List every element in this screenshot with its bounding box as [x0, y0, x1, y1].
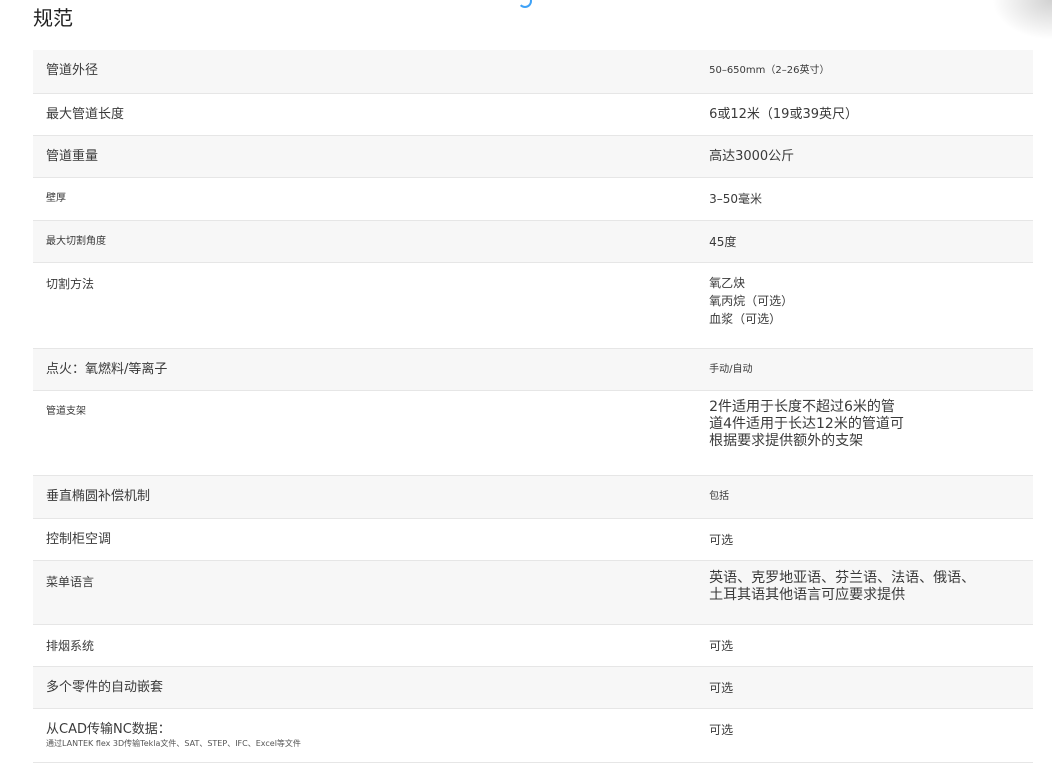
spec-label: 菜单语言: [46, 574, 95, 589]
spec-label: 最大管道长度: [46, 106, 125, 122]
spec-label: 点火：氧燃料/等离子: [46, 361, 168, 377]
spec-value: 可选: [709, 638, 734, 653]
spec-value: 手动/自动: [709, 363, 753, 375]
spec-value: 6或12米（19或39英尺）: [709, 106, 858, 122]
spec-value: 可选: [709, 680, 734, 695]
corner-shadow: [992, 0, 1052, 40]
spec-row-cutting-method: 切割方法 氧乙炔 氧丙烷（可选） 血浆（可选）: [33, 262, 1033, 349]
spec-row-outer-diameter: 管道外径 50–650mm（2–26英寸）: [33, 50, 1033, 94]
spec-row-weight: 管道重量 高达3000公斤: [33, 135, 1033, 178]
spec-label: 管道重量: [46, 148, 99, 164]
spec-value: 英语、克罗地亚语、芬兰语、法语、俄语、 土耳其语其他语言可应要求提供: [709, 569, 976, 603]
spec-value: 2件适用于长度不超过6米的管 道4件适用于长达12米的管道可 根据要求提供额外的…: [709, 398, 904, 449]
spec-label: 排烟系统: [46, 638, 95, 653]
spec-row-max-length: 最大管道长度 6或12米（19或39英尺）: [33, 93, 1033, 136]
page-title: 规范: [33, 6, 73, 30]
spec-row-max-angle: 最大切割角度 45度: [33, 220, 1033, 263]
spec-label: 控制柜空调: [46, 531, 112, 547]
spec-value: 可选: [709, 722, 734, 737]
spec-label: 从CAD传输NC数据：: [46, 721, 171, 737]
spec-label: 管道外径: [46, 63, 99, 78]
spec-row-ignition: 点火：氧燃料/等离子 手动/自动: [33, 348, 1033, 391]
spec-label: 切割方法: [46, 276, 95, 291]
loading-spinner-icon: [518, 0, 532, 8]
spec-label: 管道支架: [46, 405, 86, 417]
spec-table: 管道外径 50–650mm（2–26英寸） 最大管道长度 6或12米（19或39…: [33, 50, 1033, 763]
spec-value: 3–50毫米: [709, 191, 762, 206]
spec-sublabel: 通过LANTEK flex 3D传输Tekla文件、SAT、STEP、IFC、E…: [46, 738, 301, 748]
spec-row-cabinet-ac: 控制柜空调 可选: [33, 518, 1033, 561]
spec-label: 壁厚: [46, 192, 66, 204]
spec-label: 多个零件的自动嵌套: [46, 679, 164, 695]
spec-row-fume-extraction: 排烟系统 可选: [33, 624, 1033, 667]
spec-row-wall-thickness: 壁厚 3–50毫米: [33, 177, 1033, 221]
spec-row-auto-nesting: 多个零件的自动嵌套 可选: [33, 666, 1033, 709]
spec-value: 氧乙炔 氧丙烷（可选） 血浆（可选）: [709, 275, 794, 326]
spec-label: 垂直椭圆补偿机制: [46, 488, 151, 504]
spec-row-pipe-supports: 管道支架 2件适用于长度不超过6米的管 道4件适用于长达12米的管道可 根据要求…: [33, 390, 1033, 476]
spec-row-ellipse-compensation: 垂直椭圆补偿机制 包括: [33, 475, 1033, 519]
spec-value: 50–650mm（2–26英寸）: [709, 65, 830, 76]
spec-row-cad-nc-transfer: 从CAD传输NC数据： 通过LANTEK flex 3D传输Tekla文件、SA…: [33, 708, 1033, 763]
spec-value: 高达3000公斤: [709, 148, 795, 164]
spec-label: 最大切割角度: [46, 235, 106, 247]
spec-value: 可选: [709, 532, 734, 547]
spec-row-menu-language: 菜单语言 英语、克罗地亚语、芬兰语、法语、俄语、 土耳其语其他语言可应要求提供: [33, 560, 1033, 625]
spec-value: 包括: [709, 490, 730, 502]
spec-value: 45度: [709, 234, 737, 249]
